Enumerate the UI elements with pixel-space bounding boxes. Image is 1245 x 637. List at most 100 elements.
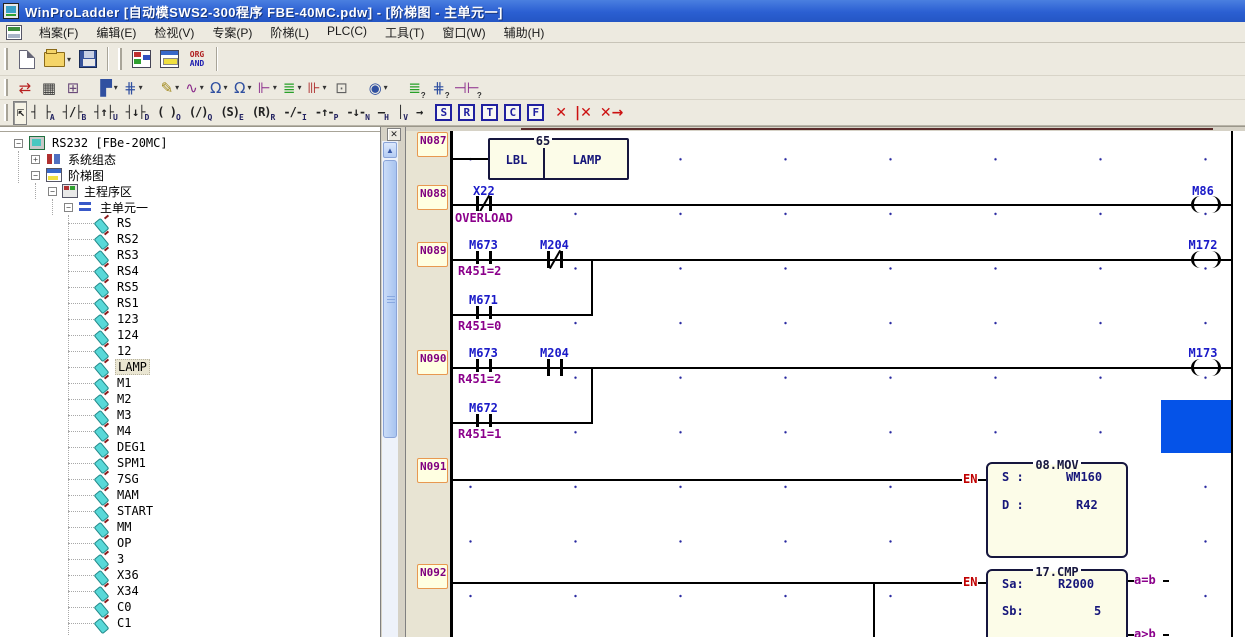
lbl-block[interactable]: 65 LBL LAMP [488,138,629,180]
status-wave-button[interactable]: ∿▾ [182,75,207,101]
contact-a-button[interactable]: ⊩▾ [255,75,280,101]
dropdown-caret-icon[interactable]: ▾ [114,83,118,92]
delete-tool-2[interactable]: ✕→ [596,104,627,122]
tree-node-system-config[interactable]: + 系统组态 [0,151,380,167]
dropdown-caret-icon[interactable]: ▾ [67,55,71,64]
tree-leaf-RS1[interactable]: RS1 [0,295,380,311]
coil-negated-tool[interactable]: (/)Q [185,101,217,125]
dropdown-caret-icon[interactable]: ▾ [224,83,228,92]
open-file-button[interactable]: ▾ [41,45,74,73]
contact-label[interactable]: M673 [468,238,499,252]
param-value[interactable]: 5 [1094,604,1101,618]
arrow-tool[interactable]: → [412,101,426,125]
tree-node-root[interactable]: − RS232 [FBe-20MC] [0,135,380,151]
save-button[interactable] [74,45,102,73]
delete-tool-1[interactable]: |✕ [571,104,596,122]
contact-falling-tool[interactable]: ┤↓├D [122,101,154,125]
tree-leaf-START[interactable]: START [0,503,380,519]
tree-node-main-area[interactable]: − 主程序区 [0,183,380,199]
ladder-network-button[interactable]: ⋕▾ [121,75,146,101]
insert-c-button[interactable]: C [504,104,521,121]
coil[interactable] [1191,196,1221,213]
menu-item-2[interactable]: 检视(V) [145,22,203,43]
network-label[interactable]: N089 [417,242,448,267]
contact-label[interactable]: M672 [468,401,499,415]
dropdown-caret-icon[interactable]: ▾ [248,83,252,92]
menu-item-5[interactable]: PLC(C) [318,22,376,43]
contact-label[interactable]: M673 [468,346,499,360]
network-label[interactable]: N087 [417,132,448,157]
tree-leaf-3[interactable]: 3 [0,551,380,567]
coil-tool[interactable]: ( )O [153,101,185,125]
tree-leaf-MM[interactable]: MM [0,519,380,535]
tree-leaf-C0[interactable]: C0 [0,599,380,615]
hline-tool[interactable]: —H [374,101,393,125]
menu-item-3[interactable]: 专案(P) [203,22,261,43]
tree-leaf-X36[interactable]: X36 [0,567,380,583]
toolbar-grip[interactable] [118,48,122,70]
tree-node-ladder[interactable]: − 阶梯图 [0,167,380,183]
find-doc-button[interactable]: ◉▾ [366,75,391,101]
contact-rising-tool[interactable]: ┤↑├U [90,101,122,125]
tree-leaf-RS2[interactable]: RS2 [0,231,380,247]
dropdown-caret-icon[interactable]: ▾ [175,83,179,92]
ladder-window-button[interactable] [155,45,183,73]
coil-label[interactable]: M172 [1181,238,1225,252]
io-table-button[interactable]: ⊞ [61,75,85,101]
new-file-button[interactable] [13,45,41,73]
collapse-box-icon[interactable]: − [14,139,23,148]
selection-cursor[interactable] [1161,400,1232,453]
ladder-editor-pane[interactable]: N087 N088 N089 N090 N091 N092 65 LBL LAM… [405,127,1245,637]
insert-t-button[interactable]: T [481,104,498,121]
contact-label[interactable]: M671 [468,293,499,307]
menu-item-4[interactable]: 阶梯(L) [261,22,318,43]
io-convert-button[interactable]: ⇄ [13,75,37,101]
coil-label[interactable]: M173 [1181,346,1225,360]
menu-item-7[interactable]: 窗口(W) [433,22,494,43]
tree-leaf-7SG[interactable]: 7SG [0,471,380,487]
monitor-button[interactable]: Ω▾ [231,75,255,101]
tree-leaf-LAMP[interactable]: LAMP [0,359,380,375]
project-window-button[interactable] [127,45,155,73]
coil[interactable] [1191,251,1221,268]
scrollbar-thumb[interactable] [383,160,397,438]
insert-f-button[interactable]: F [527,104,544,121]
mov-function-block[interactable]: 08.MOV S : WM160 D : R42 [986,462,1128,558]
contact-no[interactable] [547,359,563,376]
contact-label[interactable]: M204 [539,238,570,252]
help-contact-button[interactable]: ⊣⊢? [451,75,483,101]
menu-item-0[interactable]: 档案(F) [30,22,87,43]
dropdown-caret-icon[interactable]: ▾ [139,83,143,92]
edit-pen-button[interactable]: ✎▾ [158,75,183,101]
help-network-button[interactable]: ⋕? [427,75,451,101]
tree-leaf-124[interactable]: 124 [0,327,380,343]
param-value[interactable]: R42 [1076,498,1098,512]
contact-m-button[interactable]: ⊪▾ [304,75,329,101]
coil-set-tool[interactable]: (S)E [216,101,248,125]
close-panel-button[interactable]: ✕ [387,128,401,141]
tree-leaf-M1[interactable]: M1 [0,375,380,391]
param-value[interactable]: R2000 [1058,577,1094,591]
tree-leaf-MAM[interactable]: MAM [0,487,380,503]
dropdown-caret-icon[interactable]: ▾ [273,83,277,92]
cmp-function-block[interactable]: 17.CMP Sa: R2000 Sb: 5 [986,569,1128,637]
contact-nc-tool[interactable]: ┤/├B [59,101,91,125]
tree-leaf-C1[interactable]: C1 [0,615,380,631]
tree-leaf-RS[interactable]: RS [0,215,380,231]
expand-box-icon[interactable]: + [31,155,40,164]
falling-tool[interactable]: -↓-N [342,101,374,125]
tree-leaf-X34[interactable]: X34 [0,583,380,599]
collapse-box-icon[interactable]: − [48,187,57,196]
tree-leaf-RS4[interactable]: RS4 [0,263,380,279]
toolbar-grip[interactable] [4,48,8,70]
org-and-button[interactable]: ORG AND [183,45,211,73]
scroll-up-icon[interactable]: ▲ [383,142,397,158]
dropdown-caret-icon[interactable]: ▾ [297,83,301,92]
tree-leaf-123[interactable]: 123 [0,311,380,327]
tree-node-main-unit[interactable]: − 主单元一 [0,199,380,215]
toolbar-grip[interactable] [4,79,8,95]
contact-no-tool[interactable]: ┤ ├A [27,101,59,125]
menu-item-1[interactable]: 编辑(E) [87,22,145,43]
network-label[interactable]: N090 [417,350,448,375]
delete-tool-0[interactable]: ✕ [551,104,571,122]
